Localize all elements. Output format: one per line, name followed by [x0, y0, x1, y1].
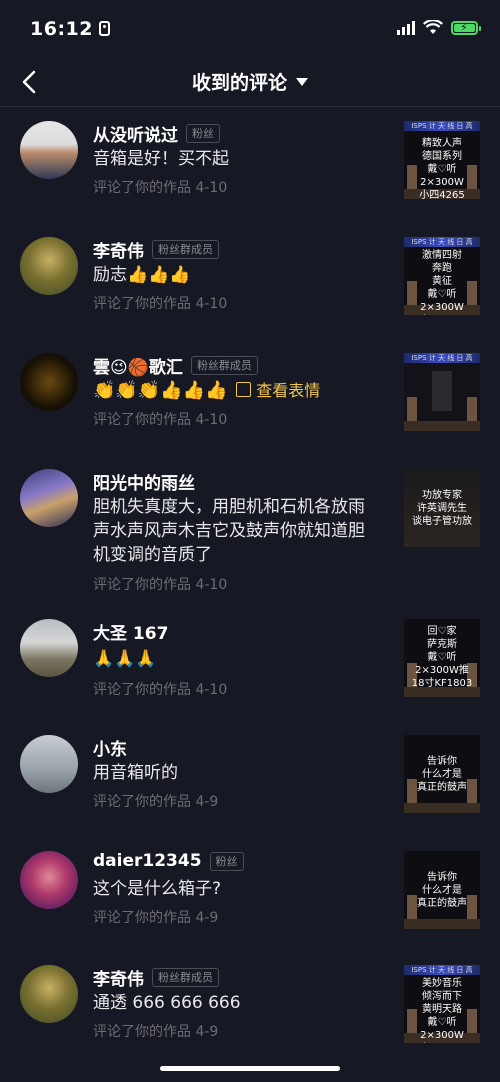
- thumbnail-caption: 告诉你 什么才是 真正的鼓声: [417, 756, 467, 793]
- comment-meta: 评论了你的作品 4-9: [93, 1024, 219, 1040]
- name-row: 李奇伟 粉丝群成员: [93, 965, 219, 990]
- comment-meta: 评论了你的作品 4-10: [93, 682, 228, 698]
- battery-icon: ⚡: [451, 20, 481, 35]
- status-time-text: 16:12: [30, 18, 93, 40]
- user-name[interactable]: 大圣 167: [93, 619, 168, 644]
- video-thumbnail[interactable]: 告诉你 什么才是 真正的鼓声: [404, 851, 480, 929]
- page-title: 收到的评论: [191, 72, 287, 94]
- portrait-lock-icon: [98, 21, 110, 36]
- avatar[interactable]: [20, 619, 78, 677]
- fan-group-badge: 粉丝群成员: [190, 356, 258, 375]
- sticker-icon: [235, 382, 251, 397]
- user-name[interactable]: 李奇伟: [93, 965, 144, 990]
- user-name[interactable]: 小东: [93, 735, 127, 760]
- fan-badge: 粉丝: [209, 851, 244, 871]
- video-thumbnail[interactable]: 告诉你 什么才是 真正的鼓声: [404, 735, 480, 813]
- thumbnail-caption: 精致人声 德国系列 戴♡听 2×300W 小四4265: [419, 138, 465, 199]
- user-name[interactable]: daier12345: [93, 851, 202, 871]
- wifi-icon: [423, 20, 443, 34]
- name-row: 阳光中的雨丝: [93, 469, 195, 494]
- user-name[interactable]: 李奇伟: [93, 237, 144, 262]
- user-name[interactable]: 雲😉🏀歌汇: [93, 353, 183, 378]
- comment-text: 👏👏👏👍👍👍: [93, 380, 228, 401]
- name-row: 大圣 167: [93, 619, 168, 644]
- thumbnail-caption: 美妙音乐 倾泻而下 黄明天路 戴♡听 2×300W 小四4265: [420, 978, 464, 1041]
- home-indicator[interactable]: [160, 1066, 340, 1071]
- name-row: 雲😉🏀歌汇 粉丝群成员: [93, 353, 258, 378]
- comment-meta: 评论了你的作品 4-9: [93, 910, 219, 926]
- avatar[interactable]: [20, 965, 78, 1023]
- view-sticker-link[interactable]: 查看表情: [256, 381, 320, 400]
- comment-text: 🙏🙏🙏: [93, 649, 157, 669]
- status-time: 16:12: [30, 18, 110, 40]
- user-name[interactable]: 阳光中的雨丝: [93, 469, 195, 494]
- nav-bar: 收到的评论: [0, 58, 500, 107]
- avatar[interactable]: [20, 469, 78, 527]
- video-thumbnail[interactable]: 功放专家 许英调先生 谈电子管功放: [404, 469, 480, 547]
- video-thumbnail[interactable]: ISPS 计 天 线 日 高: [404, 353, 480, 431]
- status-bar: 16:12 ⚡: [0, 0, 500, 58]
- user-name[interactable]: 从没听说过: [93, 121, 178, 146]
- comment-meta: 评论了你的作品 4-10: [93, 180, 228, 196]
- avatar[interactable]: [20, 121, 78, 179]
- name-row: 小东: [93, 735, 127, 760]
- comment-text: 用音箱听的: [93, 763, 178, 783]
- comment-meta: 评论了你的作品 4-9: [93, 794, 219, 810]
- title-dropdown[interactable]: 收到的评论: [0, 68, 500, 95]
- avatar[interactable]: [20, 237, 78, 295]
- video-thumbnail[interactable]: ISPS 计 天 线 日 高 精致人声 德国系列 戴♡听 2×300W 小四42…: [404, 121, 480, 199]
- comment-meta: 评论了你的作品 4-10: [93, 577, 228, 593]
- comment-text: 励志👍👍👍: [93, 265, 191, 285]
- fan-group-badge: 粉丝群成员: [152, 240, 219, 259]
- video-thumbnail[interactable]: ISPS 计 天 线 日 高 激情四射 奔跑 黄征 戴♡听 2×300W 小四4…: [404, 237, 480, 315]
- comment-text: 胆机失真度大，用胆机和石机各放雨声水声风声木吉它及鼓声你就知道胆机变调的音质了: [93, 497, 365, 565]
- name-row: 李奇伟 粉丝群成员: [93, 237, 219, 262]
- comment-meta: 评论了你的作品 4-10: [93, 412, 228, 428]
- fan-group-badge: 粉丝群成员: [152, 968, 219, 987]
- caret-down-icon: [296, 78, 308, 86]
- avatar[interactable]: [20, 353, 78, 411]
- thumbnail-caption: 激情四射 奔跑 黄征 戴♡听 2×300W 小四4265: [420, 250, 464, 313]
- name-row: 从没听说过 粉丝: [93, 121, 220, 146]
- thumbnail-caption: 功放专家 许英调先生 谈电子管功放: [412, 490, 472, 527]
- comment-text: 音箱是好！买不起: [93, 149, 229, 169]
- avatar[interactable]: [20, 851, 78, 909]
- comment-text-row: 👏👏👏👍👍👍 查看表情: [93, 379, 393, 403]
- avatar[interactable]: [20, 735, 78, 793]
- name-row: daier12345 粉丝: [93, 851, 244, 871]
- thumbnail-caption: 回♡家 萨克斯 戴♡听 2×300W推 18寸KF1803: [411, 626, 473, 689]
- comment-text: 这个是什么箱子?: [93, 879, 222, 899]
- comment-meta: 评论了你的作品 4-10: [93, 296, 228, 312]
- video-thumbnail[interactable]: ISPS 计 天 线 日 高 美妙音乐 倾泻而下 黄明天路 戴♡听 2×300W…: [404, 965, 480, 1043]
- status-icons: ⚡: [397, 20, 481, 35]
- cellular-signal-icon: [397, 20, 415, 35]
- thumbnail-caption: 告诉你 什么才是 真正的鼓声: [417, 872, 467, 909]
- fan-badge: 粉丝: [186, 124, 220, 143]
- comment-text: 通透 666 666 666: [93, 993, 241, 1013]
- video-thumbnail[interactable]: 回♡家 萨克斯 戴♡听 2×300W推 18寸KF1803: [404, 619, 480, 697]
